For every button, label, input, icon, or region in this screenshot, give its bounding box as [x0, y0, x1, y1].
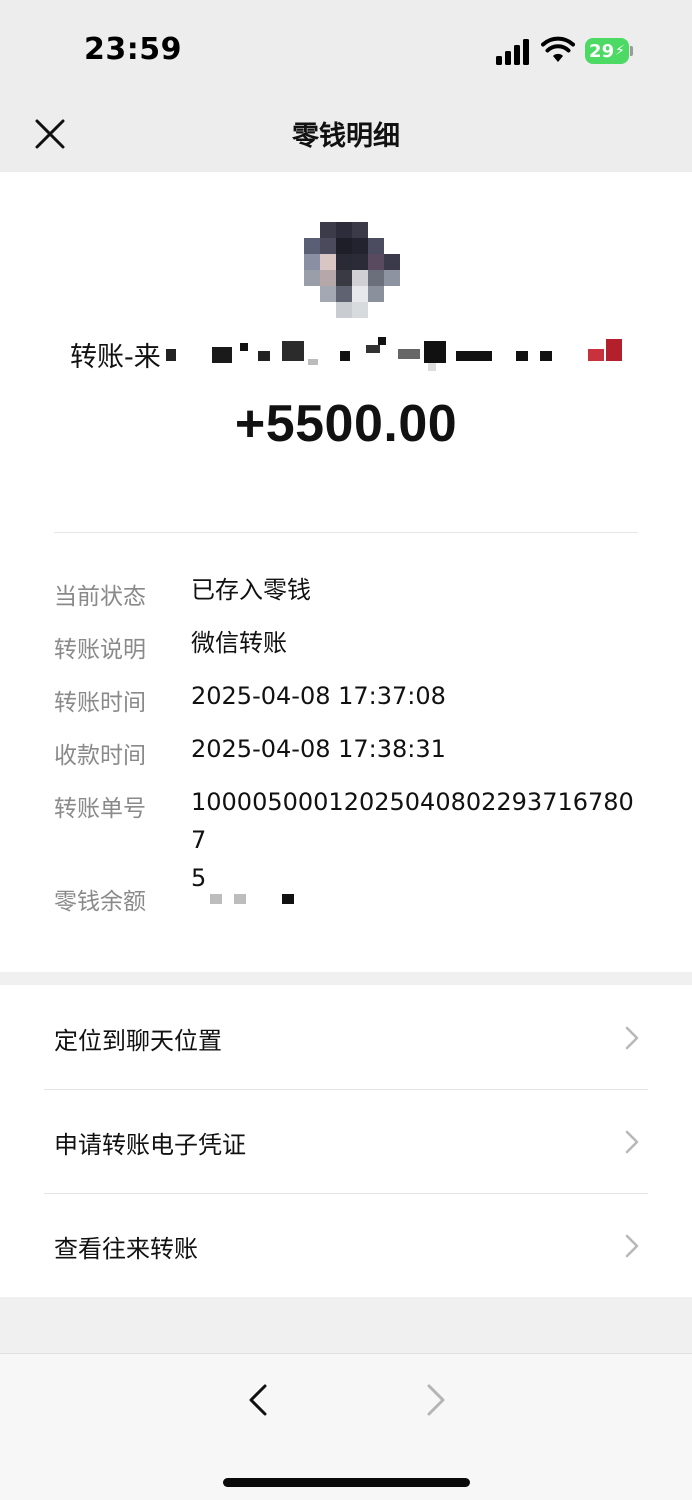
info-label: 转账时间	[54, 690, 146, 716]
avatar-pixel	[320, 222, 336, 238]
chevron-right-icon	[625, 1234, 639, 1258]
avatar-pixel	[320, 286, 336, 302]
wifi-icon	[541, 36, 575, 62]
chevron-right-icon	[625, 1026, 639, 1050]
redaction-mosaic	[378, 337, 386, 345]
info-label: 收款时间	[54, 743, 146, 769]
status-time: 23:59	[84, 32, 182, 67]
avatar-pixel	[304, 286, 320, 302]
avatar-pixel	[320, 302, 336, 318]
redaction-mosaic	[588, 349, 604, 361]
signal-icon	[496, 39, 529, 65]
battery-level: 29 ⚡	[585, 38, 629, 64]
status-bar: 23:59 29 ⚡	[0, 0, 692, 100]
info-value: 2025-04-08 17:38:31	[191, 735, 446, 763]
avatar-pixel	[304, 270, 320, 286]
redaction-mosaic	[366, 345, 380, 353]
avatar-pixel	[336, 302, 352, 318]
avatar-pixel	[368, 270, 384, 286]
sender-prefix: 转账-来	[70, 342, 161, 373]
redaction-mosaic	[240, 343, 248, 351]
action-label: 定位到聊天位置	[54, 1027, 222, 1055]
transfer-detail-card: 转账-来 +5500.00 当前状态 已存入零钱 转账说明 微信转账 转账时间 …	[0, 172, 692, 972]
info-value: 100005000120250408022937167807 5	[191, 788, 634, 892]
avatar-pixel	[304, 302, 320, 318]
redaction-mosaic	[210, 894, 222, 904]
redaction-mosaic	[258, 351, 270, 361]
info-value: 微信转账	[191, 629, 287, 657]
action-list: 定位到聊天位置 申请转账电子凭证 查看往来转账	[0, 985, 692, 1297]
info-value: 2025-04-08 17:37:08	[191, 682, 446, 710]
avatar-pixel	[336, 270, 352, 286]
avatar-pixel	[352, 302, 368, 318]
avatar-pixel	[352, 254, 368, 270]
avatar-pixel	[336, 286, 352, 302]
avatar-pixel	[320, 254, 336, 270]
avatar	[304, 222, 400, 318]
nav-bar: 零钱明细	[0, 100, 692, 172]
avatar-pixel	[352, 270, 368, 286]
avatar-pixel	[304, 222, 320, 238]
action-label: 申请转账电子凭证	[54, 1131, 246, 1159]
charging-bolt-icon: ⚡	[615, 43, 625, 59]
avatar-pixel	[384, 238, 400, 254]
battery-cap	[630, 46, 633, 56]
redaction-mosaic	[166, 349, 176, 361]
home-indicator[interactable]	[223, 1478, 470, 1487]
avatar-pixel	[320, 238, 336, 254]
avatar-pixel	[304, 254, 320, 270]
redaction-mosaic	[282, 894, 294, 904]
redaction-mosaic	[212, 347, 232, 363]
transfer-amount: +5500.00	[234, 395, 458, 453]
avatar-pixel	[384, 254, 400, 270]
avatar-pixel	[384, 270, 400, 286]
avatar-pixel	[384, 222, 400, 238]
redaction-mosaic	[516, 351, 528, 361]
avatar-pixel	[336, 238, 352, 254]
redaction-mosaic	[428, 363, 436, 371]
avatar-pixel	[352, 286, 368, 302]
chevron-right-icon	[625, 1130, 639, 1154]
page-title: 零钱明细	[292, 121, 400, 152]
bottom-nav-bar	[0, 1353, 692, 1500]
forward-arrow-icon[interactable]	[421, 1380, 451, 1420]
redaction-mosaic	[234, 894, 246, 904]
avatar-pixel	[352, 222, 368, 238]
redaction-mosaic	[456, 351, 492, 361]
avatar-pixel	[336, 222, 352, 238]
info-label: 转账说明	[54, 637, 146, 663]
avatar-pixel	[368, 286, 384, 302]
avatar-pixel	[368, 302, 384, 318]
redaction-mosaic	[424, 341, 446, 363]
avatar-pixel	[368, 238, 384, 254]
info-label: 零钱余额	[54, 889, 146, 915]
redaction-mosaic	[308, 359, 318, 365]
redaction-mosaic	[340, 351, 350, 361]
info-value: 已存入零钱	[191, 576, 311, 604]
request-transfer-receipt-item[interactable]: 申请转账电子凭证	[0, 1089, 692, 1193]
info-label: 转账单号	[54, 796, 146, 822]
avatar-pixel	[368, 222, 384, 238]
avatar-pixel	[352, 238, 368, 254]
battery-level-text: 29	[589, 40, 615, 62]
avatar-pixel	[304, 238, 320, 254]
locate-chat-position-item[interactable]: 定位到聊天位置	[0, 985, 692, 1089]
back-arrow-icon[interactable]	[243, 1380, 273, 1420]
redaction-mosaic	[540, 351, 552, 361]
view-transfer-history-item[interactable]: 查看往来转账	[0, 1193, 692, 1297]
avatar-pixel	[368, 254, 384, 270]
avatar-pixel	[336, 254, 352, 270]
battery-icon: 29 ⚡	[585, 38, 633, 64]
info-label: 当前状态	[54, 584, 146, 610]
avatar-pixel	[320, 270, 336, 286]
sender-line: 转账-来	[70, 335, 630, 375]
action-label: 查看往来转账	[54, 1235, 198, 1263]
divider	[54, 532, 638, 533]
redaction-mosaic	[606, 339, 622, 361]
avatar-pixel	[384, 286, 400, 302]
redaction-mosaic	[398, 349, 420, 359]
avatar-pixel	[384, 302, 400, 318]
redaction-mosaic	[282, 341, 304, 361]
